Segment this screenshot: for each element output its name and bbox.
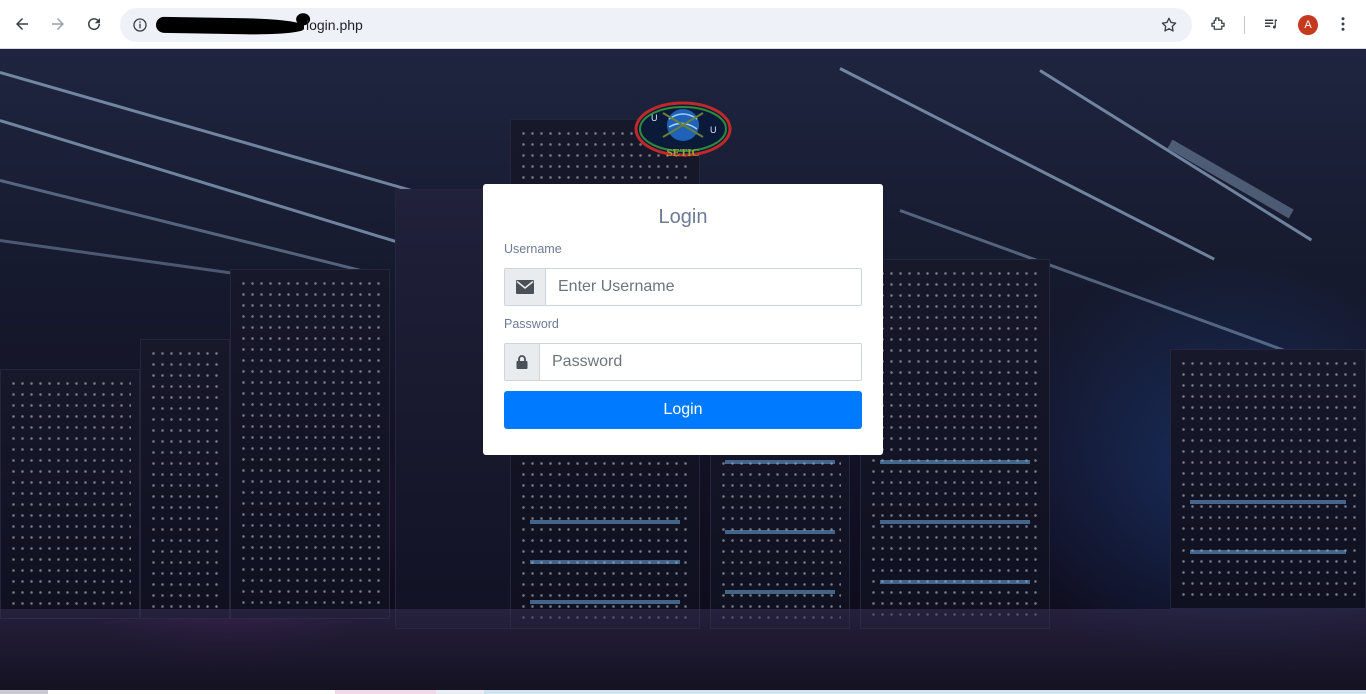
logo-text: SETIC [666,147,699,159]
lock-icon [505,344,540,380]
profile-avatar[interactable]: A [1298,15,1318,35]
forward-icon[interactable] [43,9,73,39]
setic-logo: U U SETIC [633,99,733,161]
username-input[interactable] [546,269,861,305]
username-input-group [504,268,862,306]
media-queue-icon[interactable] [1256,9,1286,39]
password-input[interactable] [540,344,861,380]
password-input-group [504,343,862,381]
logo-letter-right: U [710,125,717,135]
username-label: Username [504,242,562,256]
logo-letter-left: U [651,113,658,123]
bottom-edge-strip [0,690,1366,694]
login-card: Login Username Password Login [483,184,883,455]
extensions-icon[interactable] [1203,9,1233,39]
login-button[interactable]: Login [504,391,862,429]
bookmark-star-icon[interactable] [1156,12,1182,38]
url-text: login.php [306,17,363,33]
back-icon[interactable] [7,9,37,39]
site-info-icon[interactable] [126,11,154,39]
browser-toolbar: login.php A [0,0,1366,49]
login-title: Login [658,206,708,228]
password-label: Password [504,317,559,331]
redacted-url-mark [155,16,305,36]
reload-icon[interactable] [79,9,109,39]
address-bar[interactable]: login.php [120,8,1192,42]
page-viewport: U U SETIC Login Username Password Login [0,49,1366,694]
envelope-icon [505,269,546,305]
toolbar-divider [1244,16,1245,34]
menu-kebab-icon[interactable] [1328,9,1358,39]
